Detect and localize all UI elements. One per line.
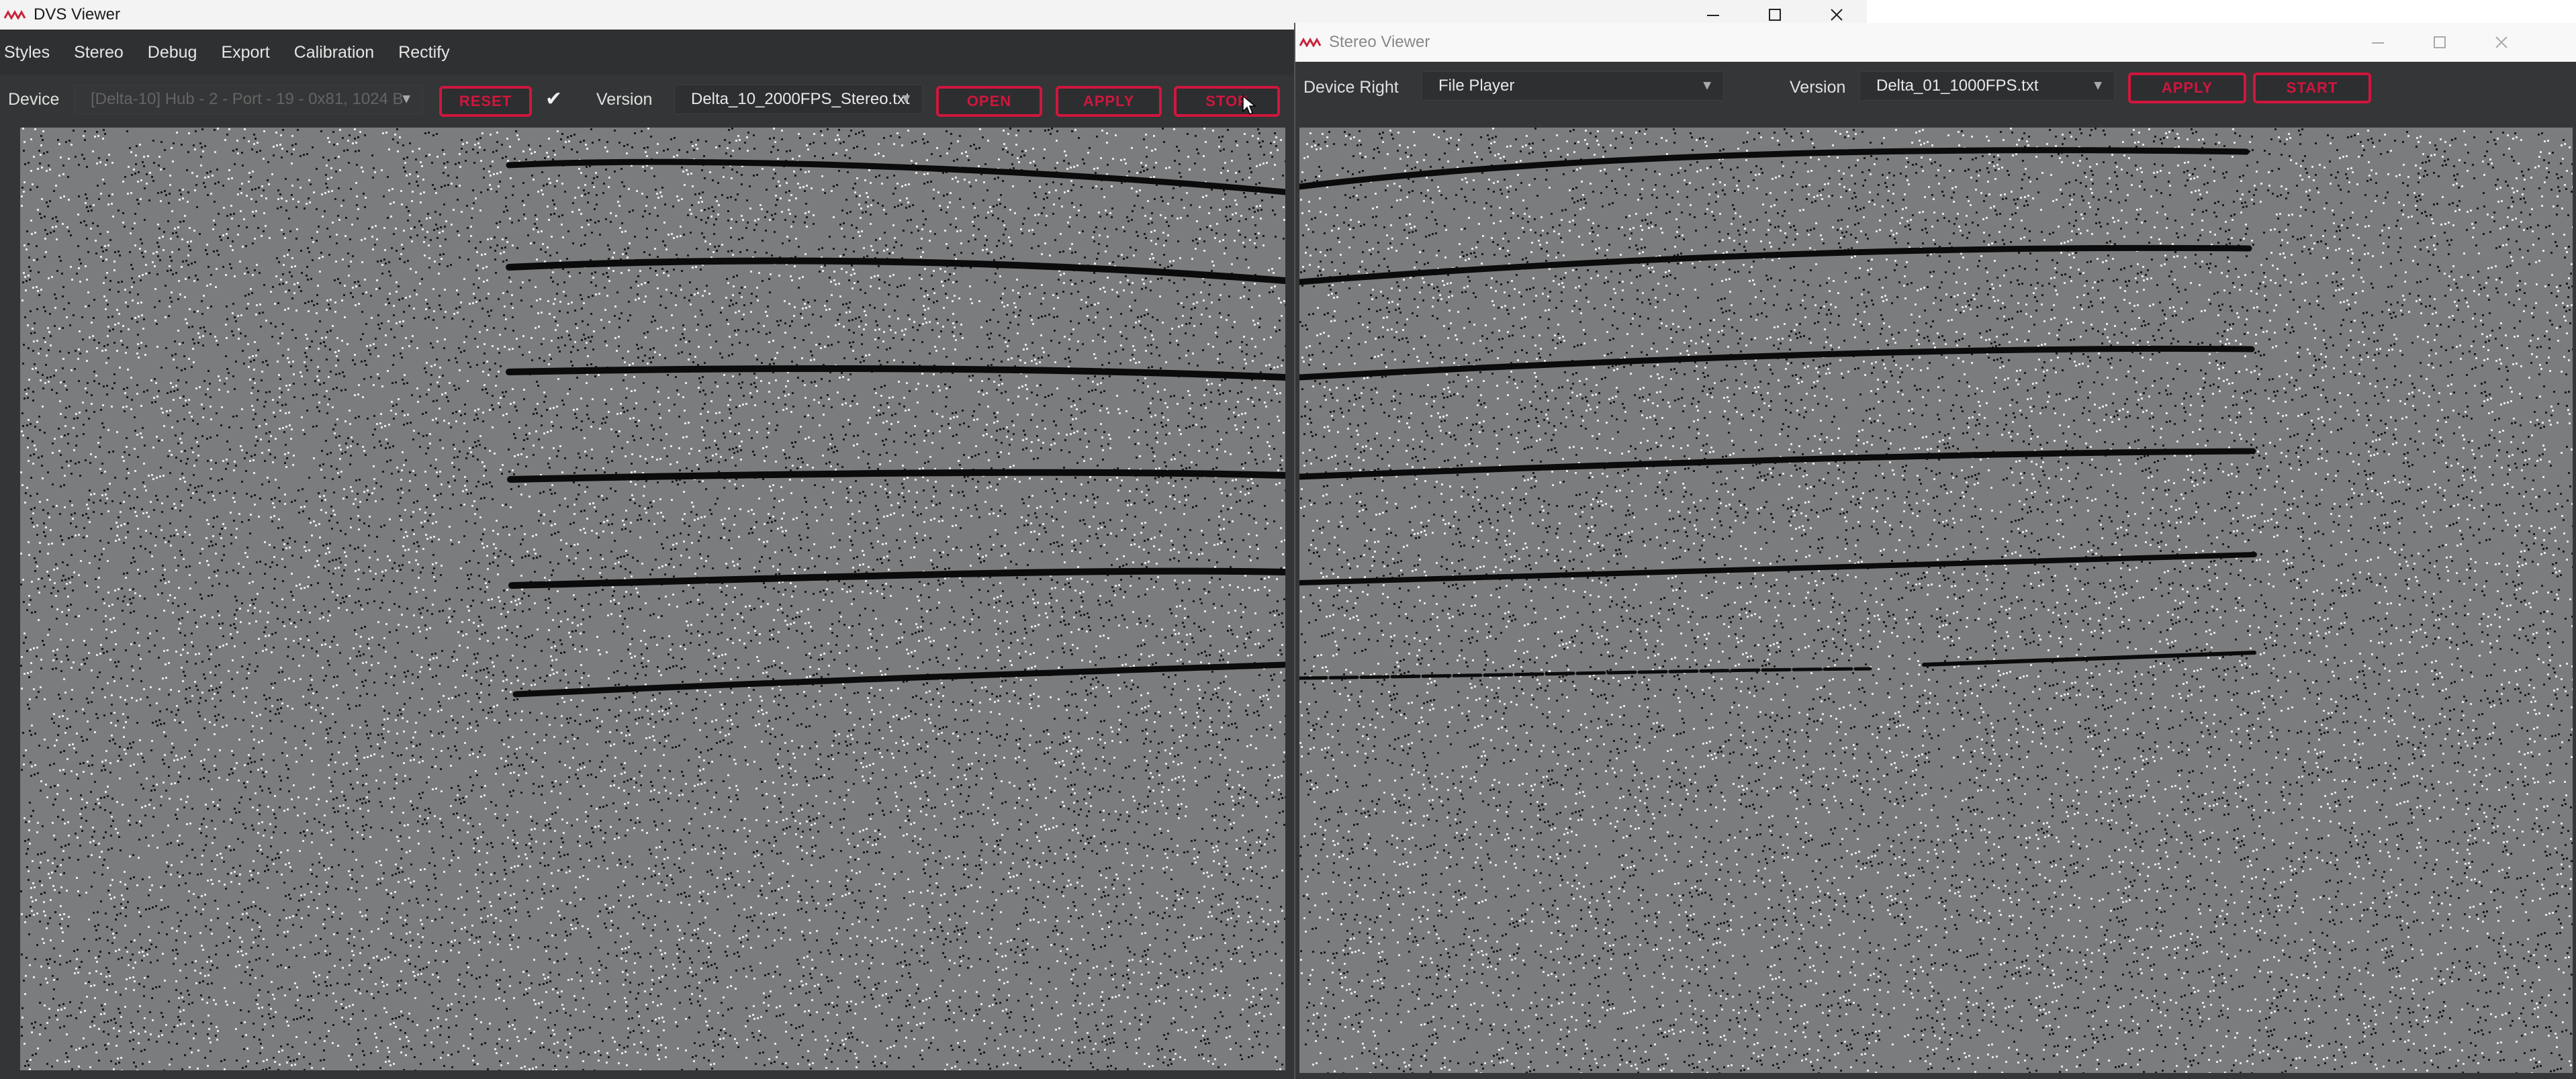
app-logo-icon <box>4 10 26 19</box>
title-bar: Stereo Viewer <box>1295 23 2576 62</box>
menu-export[interactable]: Export <box>221 43 269 62</box>
device-right-value: File Player <box>1438 77 1514 95</box>
device-right-select[interactable]: File Player ▼ <box>1422 71 1724 101</box>
device-label: Device <box>8 90 59 109</box>
window-title: DVS Viewer <box>34 5 120 24</box>
chevron-down-icon: ▼ <box>899 92 913 107</box>
check-icon: ✔ <box>545 87 562 111</box>
app-logo-icon <box>1299 38 1322 47</box>
stripe <box>1299 552 2257 585</box>
stripe <box>1299 147 2250 190</box>
stripe <box>1299 667 1872 680</box>
right-toolbar: Device Right File Player ▼ Version Delta… <box>1295 62 2576 113</box>
version-label: Version <box>596 90 652 109</box>
left-event-view[interactable] <box>20 128 1285 1070</box>
start-button[interactable]: START <box>2253 73 2371 103</box>
reset-button[interactable]: RESET <box>439 86 532 117</box>
stripe <box>512 661 1285 698</box>
left-event-canvas <box>20 128 1285 1070</box>
stereo-viewer-window: Stereo Viewer Device Right File Player ▼… <box>1294 23 2576 1079</box>
right-event-canvas <box>1299 128 2573 1073</box>
stripe <box>506 158 1285 195</box>
device-select[interactable]: [Delta-10] Hub - 2 - Port - 19 - 0x81, 1… <box>74 85 423 114</box>
apply-button[interactable]: APPLY <box>1056 86 1162 117</box>
desktop-background <box>1867 0 2576 23</box>
menu-styles[interactable]: Styles <box>4 43 50 62</box>
menu-calibration[interactable]: Calibration <box>294 43 375 62</box>
right-stripes <box>1299 147 2257 680</box>
menu-stereo[interactable]: Stereo <box>74 43 124 62</box>
device-right-label: Device Right <box>1303 78 1399 97</box>
chevron-down-icon: ▼ <box>400 92 413 107</box>
close-icon[interactable] <box>2471 23 2532 62</box>
mouse-cursor <box>1242 95 1256 115</box>
minimize-icon[interactable] <box>2347 23 2409 62</box>
stripe <box>506 365 1285 381</box>
version-value: Delta_10_2000FPS_Stereo.txt <box>691 90 910 109</box>
stripe <box>508 567 1285 589</box>
stripe <box>1299 244 2252 285</box>
stripe <box>506 257 1285 284</box>
chevron-down-icon: ▼ <box>1700 79 1714 94</box>
device-value: [Delta-10] Hub - 2 - Port - 19 - 0x81, 1… <box>91 90 406 109</box>
version-label: Version <box>1790 78 1845 97</box>
maximize-icon[interactable] <box>2409 23 2471 62</box>
version-select[interactable]: Delta_01_1000FPS.txt ▼ <box>1859 71 2115 101</box>
right-event-view[interactable] <box>1299 128 2573 1073</box>
menu-debug[interactable]: Debug <box>148 43 197 62</box>
apply-button[interactable]: APPLY <box>2128 73 2246 103</box>
menu-rectify[interactable]: Rectify <box>398 43 449 62</box>
stop-button[interactable]: STOP <box>1174 86 1280 117</box>
version-select[interactable]: Delta_10_2000FPS_Stereo.txt ▼ <box>674 85 923 114</box>
chevron-down-icon: ▼ <box>2091 79 2105 94</box>
window-title: Stereo Viewer <box>1329 33 1430 52</box>
stripe <box>1922 651 2256 667</box>
version-value: Delta_01_1000FPS.txt <box>1876 77 2039 95</box>
open-button[interactable]: OPEN <box>936 86 1042 117</box>
stripe <box>507 469 1285 483</box>
